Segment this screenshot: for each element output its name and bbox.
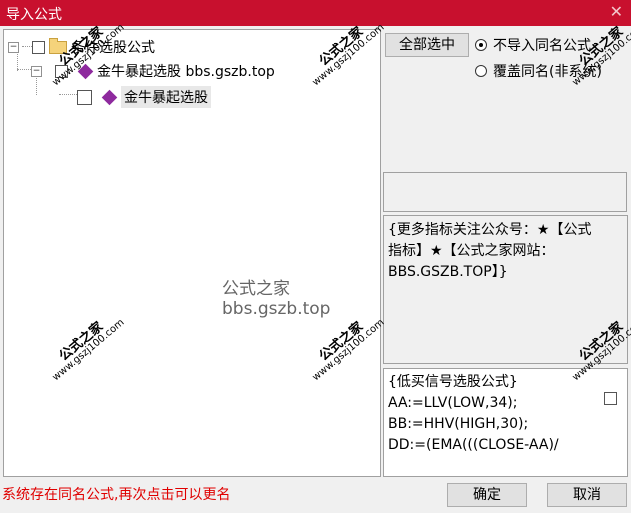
formula-icon — [101, 89, 118, 105]
leaf-label: 金牛暴起选股 — [121, 86, 211, 108]
ok-button[interactable]: 确定 — [447, 483, 527, 507]
close-icon[interactable]: ✕ — [610, 2, 623, 21]
status-message: 系统存在同名公式,再次点击可以更名 — [2, 487, 231, 503]
description-text: {更多指标关注公众号：★【公式指标】★【公式之家网站：BBS.GSZB.TOP】… — [388, 222, 592, 280]
window-title: 导入公式 — [6, 7, 62, 23]
formula-checkbox[interactable] — [604, 392, 617, 405]
empty-panel — [383, 172, 627, 212]
radio-selected-icon — [475, 39, 487, 51]
cancel-button[interactable]: 取消 — [547, 483, 627, 507]
child-label: 金牛暴起选股 bbs.gszb.top — [97, 64, 275, 80]
radio-no-import[interactable]: 不导入同名公式 — [475, 35, 591, 55]
select-all-button[interactable]: 全部选中 — [385, 33, 469, 57]
collapse-icon[interactable]: − — [31, 65, 42, 77]
tree-node-leaf[interactable]: 金牛暴起选股 — [77, 86, 211, 108]
formula-panel[interactable]: {低买信号选股公式} AA:=LLV(LOW,34); BB:=HHV(HIGH… — [383, 368, 628, 477]
root-checkbox[interactable] — [32, 40, 45, 54]
radio-icon — [475, 65, 487, 77]
title-bar: 导入公式 ✕ — [0, 0, 631, 26]
leaf-checkbox[interactable] — [77, 89, 92, 105]
formula-tree[interactable]: − 条件选股公式 − 金牛暴起选股 bbs.gszb.top 金牛暴起选股 公式… — [3, 29, 381, 477]
radio-no-import-label: 不导入同名公式 — [493, 38, 591, 54]
collapse-icon[interactable]: − — [8, 41, 19, 53]
formula-text: {低买信号选股公式} AA:=LLV(LOW,34); BB:=HHV(HIGH… — [388, 374, 559, 453]
center-watermark: 公式之家 bbs.gszb.top — [222, 279, 331, 319]
